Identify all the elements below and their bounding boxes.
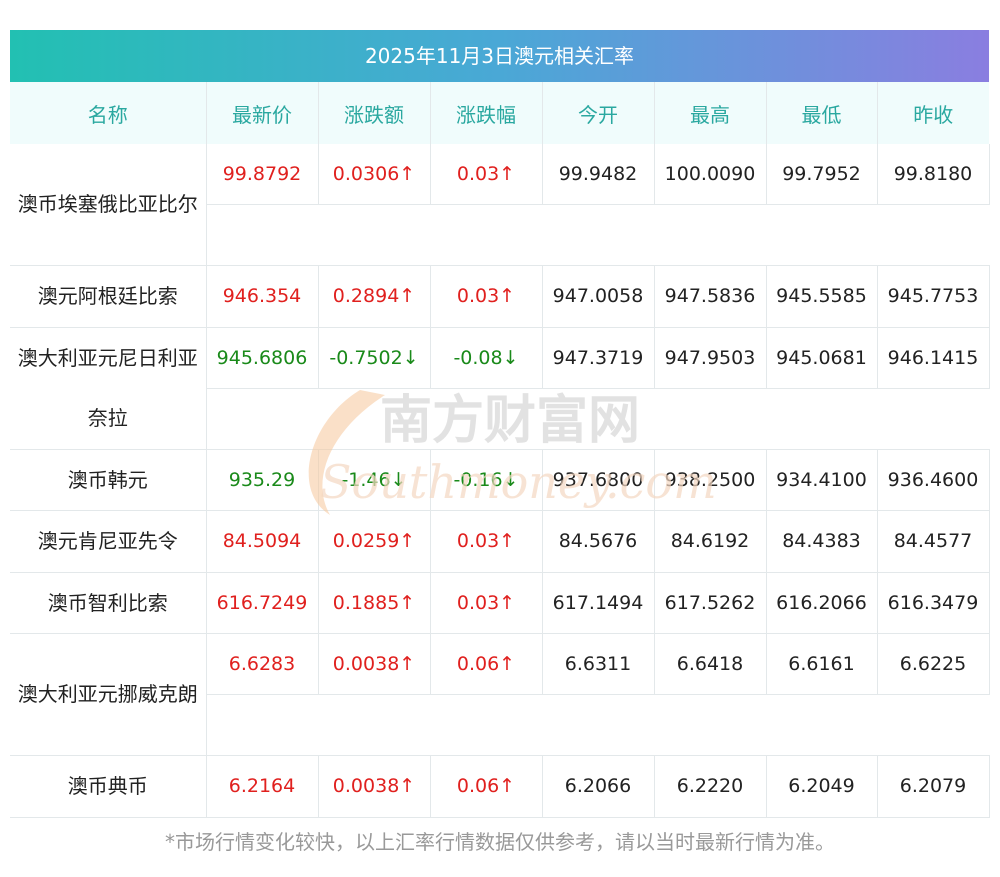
empty-cell bbox=[206, 388, 989, 450]
table-row: 澳币典币 6.2164 0.0038↑ 0.06↑ 6.2066 6.2220 6.2049… bbox=[10, 755, 990, 818]
change-pct: 0.03↑ bbox=[430, 510, 543, 573]
high-price: 6.6418 bbox=[654, 633, 767, 695]
high-price: 617.5262 bbox=[654, 572, 767, 634]
open-price: 99.9482 bbox=[542, 144, 655, 205]
table-row: 澳币埃塞俄比亚比尔 99.8792 0.0306↑ 0.03↑ 99.9482 100.0… bbox=[10, 144, 990, 266]
change-amount: 0.0038↑ bbox=[318, 755, 431, 818]
low-price: 99.7952 bbox=[766, 144, 878, 205]
table-row: 澳元肯尼亚先令 84.5094 0.0259↑ 0.03↑ 84.5676 84.6192… bbox=[10, 510, 990, 573]
rate-panel: 2025年11月3日澳元相关汇率 名称 最新价 涨跌额 涨跌幅 今开 最高 最低… bbox=[10, 30, 990, 818]
change-amount: 0.2894↑ bbox=[318, 265, 431, 328]
low-price: 934.4100 bbox=[766, 449, 878, 511]
high-price: 947.9503 bbox=[654, 327, 767, 389]
header-change: 涨跌额 bbox=[318, 82, 431, 144]
open-price: 84.5676 bbox=[542, 510, 655, 573]
high-price: 84.6192 bbox=[654, 510, 767, 573]
latest-price: 6.2164 bbox=[206, 755, 319, 818]
prev-close: 6.2079 bbox=[877, 755, 990, 818]
high-price: 100.0090 bbox=[654, 144, 767, 205]
latest-price: 84.5094 bbox=[206, 510, 319, 573]
latest-price: 6.6283 bbox=[206, 633, 319, 695]
header-prev: 昨收 bbox=[877, 82, 989, 144]
change-amount: -1.46↓ bbox=[318, 449, 431, 511]
rates-table: 名称 最新价 涨跌额 涨跌幅 今开 最高 最低 昨收 澳币埃塞俄比亚比尔 99.8… bbox=[10, 82, 990, 818]
low-price: 84.4383 bbox=[766, 510, 878, 573]
disclaimer-note: *市场行情变化较快，以上汇率行情数据仅供参考，请以当时最新行情为准。 bbox=[165, 830, 835, 854]
latest-price: 945.6806 bbox=[206, 327, 319, 389]
header-low: 最低 bbox=[766, 82, 878, 144]
header-latest: 最新价 bbox=[206, 82, 319, 144]
low-price: 616.2066 bbox=[766, 572, 878, 634]
open-price: 6.6311 bbox=[542, 633, 655, 695]
table-row: 澳大利亚元尼日利亚奈拉 945.6806 -0.7502↓ -0.08↓ 947.371… bbox=[10, 327, 990, 450]
prev-close: 99.8180 bbox=[877, 144, 990, 205]
low-price: 945.0681 bbox=[766, 327, 878, 389]
prev-close: 616.3479 bbox=[877, 572, 990, 634]
header-open: 今开 bbox=[542, 82, 655, 144]
currency-name: 澳元肯尼亚先令 bbox=[10, 510, 207, 573]
currency-name: 澳元阿根廷比索 bbox=[10, 265, 207, 328]
change-pct: 0.03↑ bbox=[430, 572, 543, 634]
table-row: 澳元阿根廷比索 946.354 0.2894↑ 0.03↑ 947.0058 947.58… bbox=[10, 265, 990, 328]
change-pct: -0.16↓ bbox=[430, 449, 543, 511]
high-price: 6.2220 bbox=[654, 755, 767, 818]
change-amount: 0.0306↑ bbox=[318, 144, 431, 205]
prev-close: 946.1415 bbox=[877, 327, 990, 389]
currency-name: 澳币埃塞俄比亚比尔 bbox=[10, 144, 207, 266]
low-price: 6.2049 bbox=[766, 755, 878, 818]
latest-price: 935.29 bbox=[206, 449, 319, 511]
table-header-row: 名称 最新价 涨跌额 涨跌幅 今开 最高 最低 昨收 bbox=[10, 82, 989, 144]
change-amount: 0.0259↑ bbox=[318, 510, 431, 573]
change-pct: 0.03↑ bbox=[430, 265, 543, 328]
table-body: 澳币埃塞俄比亚比尔 99.8792 0.0306↑ 0.03↑ 99.9482 100.0… bbox=[10, 144, 990, 818]
change-pct: -0.08↓ bbox=[430, 327, 543, 389]
change-amount: 0.1885↑ bbox=[318, 572, 431, 634]
open-price: 617.1494 bbox=[542, 572, 655, 634]
latest-price: 99.8792 bbox=[206, 144, 319, 205]
latest-price: 946.354 bbox=[206, 265, 319, 328]
low-price: 945.5585 bbox=[766, 265, 878, 328]
change-amount: -0.7502↓ bbox=[318, 327, 431, 389]
table-row: 澳币智利比索 616.7249 0.1885↑ 0.03↑ 617.1494 617.52… bbox=[10, 572, 990, 634]
currency-name: 澳币智利比索 bbox=[10, 572, 207, 634]
empty-cell bbox=[206, 204, 989, 266]
currency-name: 澳大利亚元挪威克朗 bbox=[10, 633, 207, 756]
low-price: 6.6161 bbox=[766, 633, 878, 695]
prev-close: 6.6225 bbox=[877, 633, 990, 695]
change-amount: 0.0038↑ bbox=[318, 633, 431, 695]
open-price: 947.0058 bbox=[542, 265, 655, 328]
change-pct: 0.06↑ bbox=[430, 755, 543, 818]
prev-close: 936.4600 bbox=[877, 449, 990, 511]
currency-name: 澳币韩元 bbox=[10, 449, 207, 511]
change-pct: 0.03↑ bbox=[430, 144, 543, 205]
table-row: 澳大利亚元挪威克朗 6.6283 0.0038↑ 0.06↑ 6.6311 6.6418 6… bbox=[10, 633, 990, 756]
open-price: 947.3719 bbox=[542, 327, 655, 389]
header-name: 名称 bbox=[10, 82, 207, 144]
high-price: 938.2500 bbox=[654, 449, 767, 511]
open-price: 6.2066 bbox=[542, 755, 655, 818]
open-price: 937.6800 bbox=[542, 449, 655, 511]
header-pct: 涨跌幅 bbox=[430, 82, 543, 144]
change-pct: 0.06↑ bbox=[430, 633, 543, 695]
prev-close: 84.4577 bbox=[877, 510, 990, 573]
prev-close: 945.7753 bbox=[877, 265, 990, 328]
page-title: 2025年11月3日澳元相关汇率 bbox=[10, 30, 989, 82]
latest-price: 616.7249 bbox=[206, 572, 319, 634]
empty-cell bbox=[206, 694, 989, 756]
currency-name: 澳币典币 bbox=[10, 755, 207, 818]
table-row: 澳币韩元 935.29 -1.46↓ -0.16↓ 937.6800 938.2500 93… bbox=[10, 449, 990, 511]
currency-name: 澳大利亚元尼日利亚奈拉 bbox=[10, 327, 207, 450]
header-high: 最高 bbox=[654, 82, 767, 144]
high-price: 947.5836 bbox=[654, 265, 767, 328]
